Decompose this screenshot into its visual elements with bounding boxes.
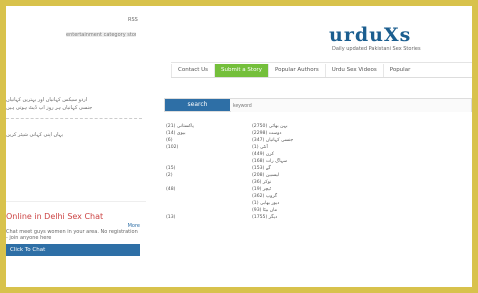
sidebar-line[interactable]: اردو سیکس کہانیاں اور بہترین کہانیاں [6,96,146,104]
category-link[interactable]: (153) گے [252,166,368,171]
category-link[interactable]: (449) کزن [252,152,368,157]
category-row: (2) (208) لیسبین [166,173,472,180]
sidebar-line[interactable]: جنسی کہانیاں ہر روز اپ ڈیٹ ہوتی ہیں [6,104,146,112]
category-link[interactable]: (362) گروپ [252,194,368,199]
category-row: (6) (347) جنسی کہانیاں [166,138,472,145]
search-input[interactable] [231,100,471,112]
category-link[interactable]: (2750) بہن بھائی [252,124,368,129]
category-link[interactable]: (1755) دیگر [252,215,368,220]
category-link[interactable]: (208) لیسبین [252,173,368,178]
search-button[interactable]: search [165,99,230,111]
category-link[interactable]: (13) [166,215,252,220]
search-bar: search [164,98,472,112]
category-link[interactable]: (14) بیوی [166,131,252,136]
nav-item-submit-story[interactable]: Submit a Story [214,64,268,77]
sidebar-separator [6,201,146,202]
category-link[interactable]: (2) [166,173,252,178]
site-tagline: Daily updated Pakistani Sex Stories [332,46,421,52]
nav-item-popular-authors[interactable]: Popular Authors [267,64,325,77]
left-sidebar: اردو سیکس کہانیاں اور بہترین کہانیاں جنس… [6,96,146,139]
sidebar-line[interactable]: یہاں اپنی کہانی شیئر کریں [6,131,146,139]
category-link[interactable]: (6) [166,138,252,143]
category-row: (36) نوکر [166,180,472,187]
category-link[interactable]: (347) جنسی کہانیاں [252,138,368,143]
category-link[interactable]: (48) [166,187,252,192]
category-link[interactable]: (1) دیور بھابی [252,201,368,206]
category-row: (102) (1) آنٹی [166,145,472,152]
category-link[interactable]: (2298) دوست [252,131,368,136]
category-row: (21) پاکستانی (2750) بہن بھائی [166,124,472,131]
top-navigation: Contact Us Submit a Story Popular Author… [171,64,472,78]
rss-link[interactable]: RSS [128,17,138,23]
category-row: (362) گروپ [166,194,472,201]
category-row: (48) (19) ٹیچر [166,187,472,194]
ad-body: Chat meet guys women in your area. No re… [6,229,138,241]
nav-item-contact-us[interactable]: Contact Us [171,64,214,77]
site-logo[interactable]: urduXs [329,24,411,46]
page-frame: RSS entertainment category stories urduX… [6,6,472,287]
category-row: (15) (153) گے [166,166,472,173]
category-link[interactable]: (15) [166,166,252,171]
category-row: (449) کزن [166,152,472,159]
sidebar-divider [6,118,142,119]
category-row: (14) بیوی (2298) دوست [166,131,472,138]
category-link[interactable]: (36) نوکر [252,180,368,185]
category-row: (168) سہاگ رات [166,159,472,166]
category-link[interactable]: (21) پاکستانی [166,124,252,129]
nav-item-urdu-sex-videos[interactable]: Urdu Sex Videos [324,64,383,77]
header-divider [171,62,472,63]
category-row: (13) (1755) دیگر [166,215,472,222]
ad-title[interactable]: Online in Delhi Sex Chat [6,212,140,221]
category-link[interactable]: (1) آنٹی [252,145,368,150]
sidebar-ad: Online in Delhi Sex Chat More Chat meet … [6,212,140,256]
header-description: entertainment category stories [66,32,136,37]
ad-chat-button[interactable]: Click To Chat [6,244,140,256]
category-link[interactable]: (102) [166,145,252,150]
category-row: (93) ماں بیٹا [166,208,472,215]
category-link[interactable]: (93) ماں بیٹا [252,208,368,213]
category-link[interactable]: (19) ٹیچر [252,187,368,192]
category-row: (1) دیور بھابی [166,201,472,208]
nav-item-popular[interactable]: Popular [382,64,417,77]
category-list: (21) پاکستانی (2750) بہن بھائی (14) بیوی (2… [166,124,472,222]
category-link[interactable]: (168) سہاگ رات [252,159,368,164]
